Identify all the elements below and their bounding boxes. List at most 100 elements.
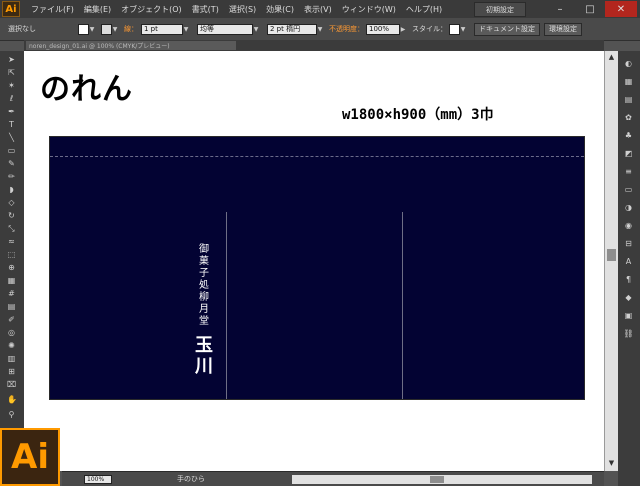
align-panel-icon[interactable]: ⊟ [623, 239, 634, 248]
menu-view[interactable]: 表示(V) [299, 4, 337, 15]
column-graph-tool-icon[interactable]: ▥ [7, 354, 16, 363]
stroke-weight-dropdown-icon[interactable]: ▼ [183, 26, 189, 33]
menu-select[interactable]: 選択(S) [224, 4, 261, 15]
opacity-field[interactable]: 100% [366, 23, 400, 35]
menu-help[interactable]: ヘルプ(H) [401, 4, 447, 15]
hand-tool-icon[interactable]: ✋ [7, 395, 17, 404]
character-panel-icon[interactable]: A [623, 257, 634, 266]
blob-brush-tool-icon[interactable]: ◗ [7, 185, 16, 194]
brushes-panel-icon[interactable]: ✿ [623, 113, 634, 122]
fill-swatch[interactable] [78, 23, 89, 35]
opacity-label[interactable]: 不透明度： [329, 24, 364, 34]
gradient-panel-icon[interactable]: ▭ [623, 185, 634, 194]
scroll-thumb[interactable] [607, 249, 616, 261]
direct-selection-tool-icon[interactable]: ⇱ [7, 68, 16, 77]
brush-dropdown-icon[interactable]: ▼ [317, 26, 323, 33]
appearance-panel-icon[interactable]: ◉ [623, 221, 634, 230]
paragraph-panel-icon[interactable]: ¶ [623, 275, 634, 284]
slice-tool-icon[interactable]: ⌧ [7, 380, 16, 389]
shop-name-text: 玉川 [195, 335, 213, 377]
vertical-scrollbar[interactable]: ▲ ▼ [604, 51, 618, 471]
gradient-tool-icon[interactable]: ▤ [7, 302, 16, 311]
free-transform-tool-icon[interactable]: ⬚ [7, 250, 16, 259]
pencil-tool-icon[interactable]: ✏ [7, 172, 16, 181]
width-tool-icon[interactable]: ≈ [7, 237, 16, 246]
rotate-tool-icon[interactable]: ↻ [7, 211, 16, 220]
pen-tool-icon[interactable]: ✒ [7, 107, 16, 116]
dimensions-label: w1800×h900（mm）3巾 [342, 107, 494, 123]
type-tool-icon[interactable]: T [7, 120, 16, 129]
opacity-dropdown-icon[interactable]: ▶ [400, 26, 406, 33]
lasso-tool-icon[interactable]: ℓ [7, 94, 16, 103]
tools-panel: ➤ ⇱ ✶ ℓ ✒ T ╲ ▭ ✎ ✏ ◗ ◇ ↻ ⤡ ≈ ⬚ ⊕ ▦ # ▤ … [0, 51, 24, 431]
document-setup-button[interactable]: ドキュメント設定 [474, 22, 540, 36]
graphic-styles-panel-icon[interactable]: ◩ [623, 149, 634, 158]
scale-tool-icon[interactable]: ⤡ [7, 224, 16, 233]
preferences-button[interactable]: 環境設定 [544, 22, 582, 36]
variable-width-profile[interactable]: 均等 [197, 23, 253, 35]
menu-bar: ファイル(F) 編集(E) オブジェクト(O) 書式(T) 選択(S) 効果(C… [26, 4, 447, 15]
eyedropper-tool-icon[interactable]: ✐ [7, 315, 16, 324]
swatches-panel-icon[interactable]: ▤ [623, 95, 634, 104]
color-guide-panel-icon[interactable]: ▦ [623, 77, 634, 86]
style-label: スタイル： [412, 25, 447, 33]
menu-edit[interactable]: 編集(E) [79, 4, 116, 15]
brush-definition[interactable]: 2 pt 楕円 [267, 23, 317, 35]
symbols-panel-icon[interactable]: ♣ [623, 131, 634, 140]
stroke-weight-field[interactable]: 1 pt [141, 23, 183, 35]
eraser-tool-icon[interactable]: ◇ [7, 198, 16, 207]
menu-type[interactable]: 書式(T) [187, 4, 224, 15]
shop-description-text: 御菓子処柳月堂 [199, 244, 209, 327]
maximize-icon[interactable]: □ [575, 1, 605, 17]
menu-window[interactable]: ウィンドウ(W) [337, 4, 401, 15]
style-dropdown-icon[interactable]: ▼ [460, 26, 466, 33]
links-panel-icon[interactable]: ⛓ [623, 329, 634, 338]
zoom-field[interactable]: 100% [84, 475, 112, 484]
current-tool-status: 手のひら [177, 475, 205, 483]
layers-panel-icon[interactable]: ◆ [623, 293, 634, 302]
color-panel-icon[interactable]: ◐ [623, 59, 634, 68]
fill-dropdown-icon[interactable]: ▼ [89, 26, 95, 33]
zoom-tool-icon[interactable]: ⚲ [7, 410, 16, 419]
profile-dropdown-icon[interactable]: ▼ [253, 26, 259, 33]
rectangle-tool-icon[interactable]: ▭ [7, 146, 16, 155]
control-bar: 選択なし ▼ ▼ 線： 1 pt ▼ 均等 ▼ 2 pt 楕円 ▼ 不透明度： … [0, 18, 640, 41]
artboards-panel-icon[interactable]: ▣ [623, 311, 634, 320]
stroke-label[interactable]: 線： [124, 24, 138, 34]
stroke-swatch[interactable] [101, 23, 112, 35]
close-icon[interactable]: ✕ [605, 1, 637, 17]
document-tab[interactable]: noren_design_01.ai @ 100% (CMYK/プレビュー) [26, 41, 236, 50]
horizontal-scrollbar[interactable] [292, 475, 592, 484]
panel-split-line [226, 212, 227, 399]
app-logo-icon: Ai [2, 1, 20, 17]
horizontal-scroll-thumb[interactable] [430, 476, 444, 483]
panel-split-line [402, 212, 403, 399]
stroke-dropdown-icon[interactable]: ▼ [112, 26, 118, 33]
perspective-grid-tool-icon[interactable]: ▦ [7, 276, 16, 285]
paintbrush-tool-icon[interactable]: ✎ [7, 159, 16, 168]
transparency-panel-icon[interactable]: ◑ [623, 203, 634, 212]
blend-tool-icon[interactable]: ◎ [7, 328, 16, 337]
stroke-panel-icon[interactable]: ≡ [623, 167, 634, 176]
selection-tool-icon[interactable]: ➤ [7, 55, 16, 64]
artboard[interactable]: のれん w1800×h900（mm）3巾 御菓子処柳月堂 玉川 [24, 51, 604, 471]
scroll-down-icon[interactable]: ▼ [605, 457, 618, 469]
illustrator-logo: Ai [0, 428, 60, 486]
scroll-up-icon[interactable]: ▲ [605, 51, 618, 63]
noren-curtain[interactable]: 御菓子処柳月堂 玉川 [49, 136, 585, 400]
design-title: のれん [40, 72, 133, 107]
panel-dock: ◐ ▦ ▤ ✿ ♣ ◩ ≡ ▭ ◑ ◉ ⊟ A ¶ ◆ ▣ ⛓ [618, 51, 640, 486]
workspace-switcher[interactable]: 初期設定 [474, 2, 526, 17]
menu-effect[interactable]: 効果(C) [261, 4, 299, 15]
magic-wand-tool-icon[interactable]: ✶ [7, 81, 16, 90]
menu-object[interactable]: オブジェクト(O) [116, 4, 187, 15]
menu-file[interactable]: ファイル(F) [26, 4, 79, 15]
shape-builder-tool-icon[interactable]: ⊕ [7, 263, 16, 272]
sewing-guide-line [50, 156, 584, 157]
symbol-sprayer-tool-icon[interactable]: ✺ [7, 341, 16, 350]
minimize-icon[interactable]: – [545, 1, 575, 17]
artboard-tool-icon[interactable]: ⊞ [7, 367, 16, 376]
line-tool-icon[interactable]: ╲ [7, 133, 16, 142]
mesh-tool-icon[interactable]: # [7, 289, 16, 298]
graphic-style-swatch[interactable] [449, 23, 460, 35]
